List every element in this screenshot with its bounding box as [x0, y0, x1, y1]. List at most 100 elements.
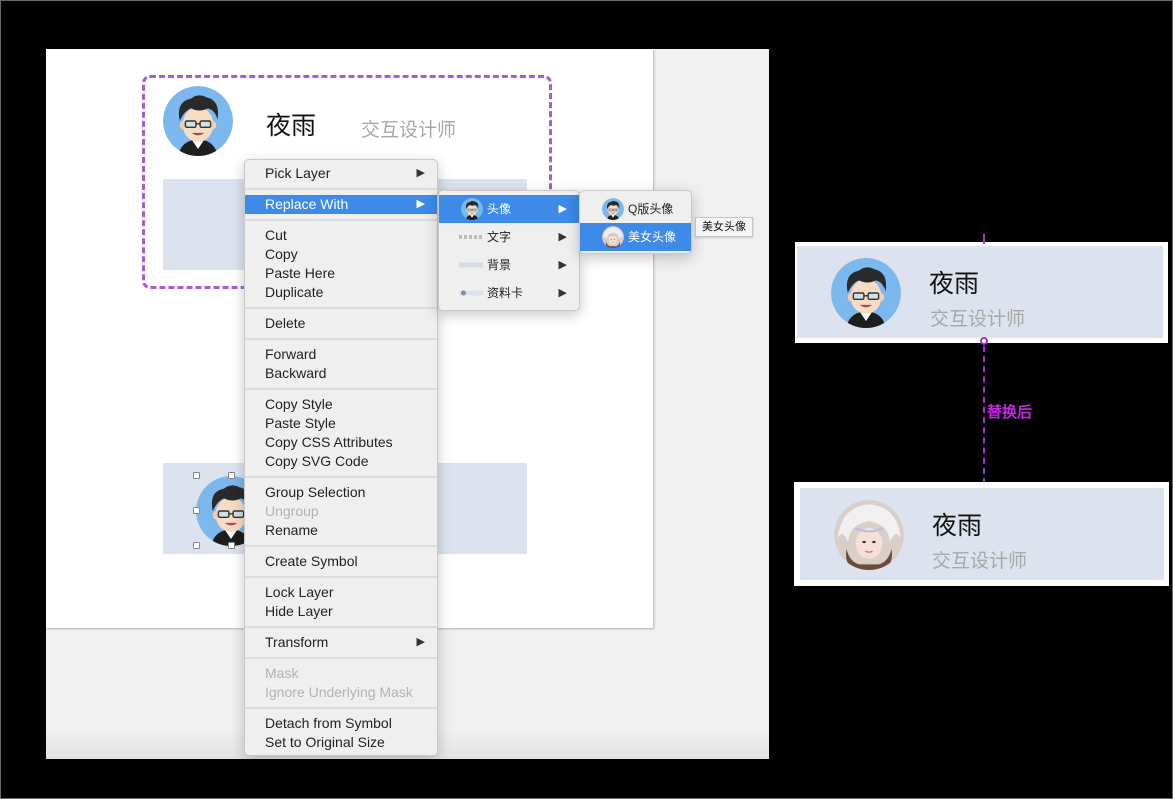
menu-item-pick-layer[interactable]: Pick Layer ▶: [245, 164, 437, 183]
resize-handle-left[interactable]: [193, 507, 200, 514]
menu-item-duplicate[interactable]: Duplicate: [245, 283, 437, 302]
connector-top-stub: [983, 234, 985, 244]
text-thumbnail-icon: [459, 235, 483, 239]
context-menu: Pick Layer ▶ Replace With ▶ Cut Copy Paste Her…: [244, 159, 438, 756]
menu-item-label: Paste Here: [265, 265, 336, 281]
menu-item-rename[interactable]: Rename: [245, 521, 437, 540]
menu-item-label: Pick Layer: [265, 165, 331, 181]
menu-item-label: Copy: [265, 246, 298, 262]
menu-item-label: Lock Layer: [265, 584, 334, 600]
menu-item-paste-here[interactable]: Paste Here: [245, 264, 437, 283]
submenu-arrow-icon: ▶: [416, 636, 425, 648]
replace-option-text[interactable]: 文字 ▶: [439, 223, 579, 251]
menu-separator: [245, 540, 437, 552]
menu-item-label: Copy CSS Attributes: [265, 434, 393, 450]
menu-item-label: Duplicate: [265, 284, 324, 300]
menu-item-cut[interactable]: Cut: [245, 226, 437, 245]
menu-item-label: Ungroup: [265, 503, 319, 519]
submenu-item-label: 背景: [487, 258, 512, 272]
submenu-arrow-icon: ▶: [416, 198, 425, 210]
menu-item-label: Paste Style: [265, 415, 336, 431]
replace-option-card[interactable]: 资料卡 ▶: [439, 279, 579, 307]
resize-handle-top[interactable]: [228, 472, 235, 479]
submenu-item-label: 资料卡: [487, 286, 524, 300]
menu-item-label: Ignore Underlying Mask: [265, 684, 413, 700]
avatar-option-photo-avatar[interactable]: 美女头像: [580, 223, 691, 251]
submenu-item-label: 文字: [487, 230, 512, 244]
menu-item-label: Delete: [265, 315, 306, 331]
card-role: 交互设计师: [361, 119, 457, 141]
menu-item-label: Detach from Symbol: [265, 715, 392, 731]
menu-item-transform[interactable]: Transform ▶: [245, 633, 437, 652]
resize-handle-bottom-left[interactable]: [193, 542, 200, 549]
menu-item-label: Forward: [265, 346, 317, 362]
menu-item-label: Copy SVG Code: [265, 453, 369, 469]
menu-item-backward[interactable]: Backward: [245, 364, 437, 383]
submenu-arrow-icon: ▶: [558, 203, 567, 215]
menu-item-mask: Mask: [245, 664, 437, 683]
menu-item-detach-from-symbol[interactable]: Detach from Symbol: [245, 714, 437, 733]
menu-separator: [245, 621, 437, 633]
menu-item-label: Group Selection: [265, 484, 366, 500]
menu-item-label: Set to Original Size: [265, 734, 385, 750]
menu-item-copy-svg-code[interactable]: Copy SVG Code: [245, 452, 437, 471]
menu-item-label: Cut: [265, 227, 287, 243]
menu-item-label: Mask: [265, 665, 299, 681]
menu-item-replace-with[interactable]: Replace With ▶: [245, 195, 437, 214]
menu-separator: [245, 333, 437, 345]
menu-item-copy-css-attributes[interactable]: Copy CSS Attributes: [245, 433, 437, 452]
menu-item-create-symbol[interactable]: Create Symbol: [245, 552, 437, 571]
replace-option-background[interactable]: 背景 ▶: [439, 251, 579, 279]
after-card-name: 夜雨: [932, 511, 983, 540]
submenu-arrow-icon: ▶: [558, 287, 567, 299]
submenu-arrow-icon: ▶: [416, 167, 425, 179]
menu-item-label: Hide Layer: [265, 603, 333, 619]
menu-separator: [245, 214, 437, 226]
menu-separator: [245, 571, 437, 583]
resize-handle-top-left[interactable]: [193, 472, 200, 479]
submenu-arrow-icon: ▶: [558, 231, 567, 243]
menu-item-label: Copy Style: [265, 396, 333, 412]
menu-item-lock-layer[interactable]: Lock Layer: [245, 583, 437, 602]
menu-item-copy-style[interactable]: Copy Style: [245, 395, 437, 414]
menu-item-label: Transform: [265, 634, 329, 650]
before-cartoon-avatar: [831, 258, 901, 328]
menu-item-copy[interactable]: Copy: [245, 245, 437, 264]
resize-handle-bottom[interactable]: [228, 542, 235, 549]
submenu-item-label: Q版头像: [628, 202, 674, 216]
menu-item-ungroup: Ungroup: [245, 502, 437, 521]
menu-separator: [245, 183, 437, 195]
submenu-item-label: 头像: [487, 202, 512, 216]
connector-dot: [980, 337, 988, 345]
menu-item-delete[interactable]: Delete: [245, 314, 437, 333]
menu-item-paste-style[interactable]: Paste Style: [245, 414, 437, 433]
card-thumbnail-icon: [459, 290, 483, 296]
cartoon-avatar-thumbnail-icon: [602, 198, 624, 220]
menu-item-set-to-original-size[interactable]: Set to Original Size: [245, 733, 437, 752]
menu-item-forward[interactable]: Forward: [245, 345, 437, 364]
menu-separator: [245, 702, 437, 714]
avatar-option-cartoon-avatar[interactable]: Q版头像: [580, 195, 691, 223]
menu-item-label: Replace With: [265, 196, 349, 212]
submenu-arrow-icon: ▶: [558, 259, 567, 271]
before-card-name: 夜雨: [929, 269, 980, 298]
connector-line: [983, 346, 985, 484]
menu-item-label: Create Symbol: [265, 553, 358, 569]
menu-item-label: Backward: [265, 365, 327, 381]
before-card-role: 交互设计师: [930, 308, 1026, 330]
replaced-annotation: 替换后: [987, 403, 1033, 421]
menu-separator: [245, 383, 437, 395]
menu-separator: [245, 652, 437, 664]
card-name: 夜雨: [266, 111, 317, 140]
after-photo-avatar: [834, 500, 904, 570]
submenu-item-label: 美女头像: [628, 230, 677, 244]
menu-item-group-selection[interactable]: Group Selection: [245, 483, 437, 502]
replace-option-avatar[interactable]: 头像 ▶: [439, 195, 579, 223]
replace-with-submenu: 头像 ▶ 文字 ▶ 背景 ▶ 资料卡 ▶: [438, 190, 580, 311]
background-thumbnail-icon: [459, 262, 483, 268]
menu-item-label: Rename: [265, 522, 318, 538]
cartoon-avatar-image[interactable]: [163, 86, 233, 156]
cartoon-avatar-thumbnail-icon: [461, 198, 483, 220]
after-card-role: 交互设计师: [932, 550, 1028, 572]
menu-item-hide-layer[interactable]: Hide Layer: [245, 602, 437, 621]
